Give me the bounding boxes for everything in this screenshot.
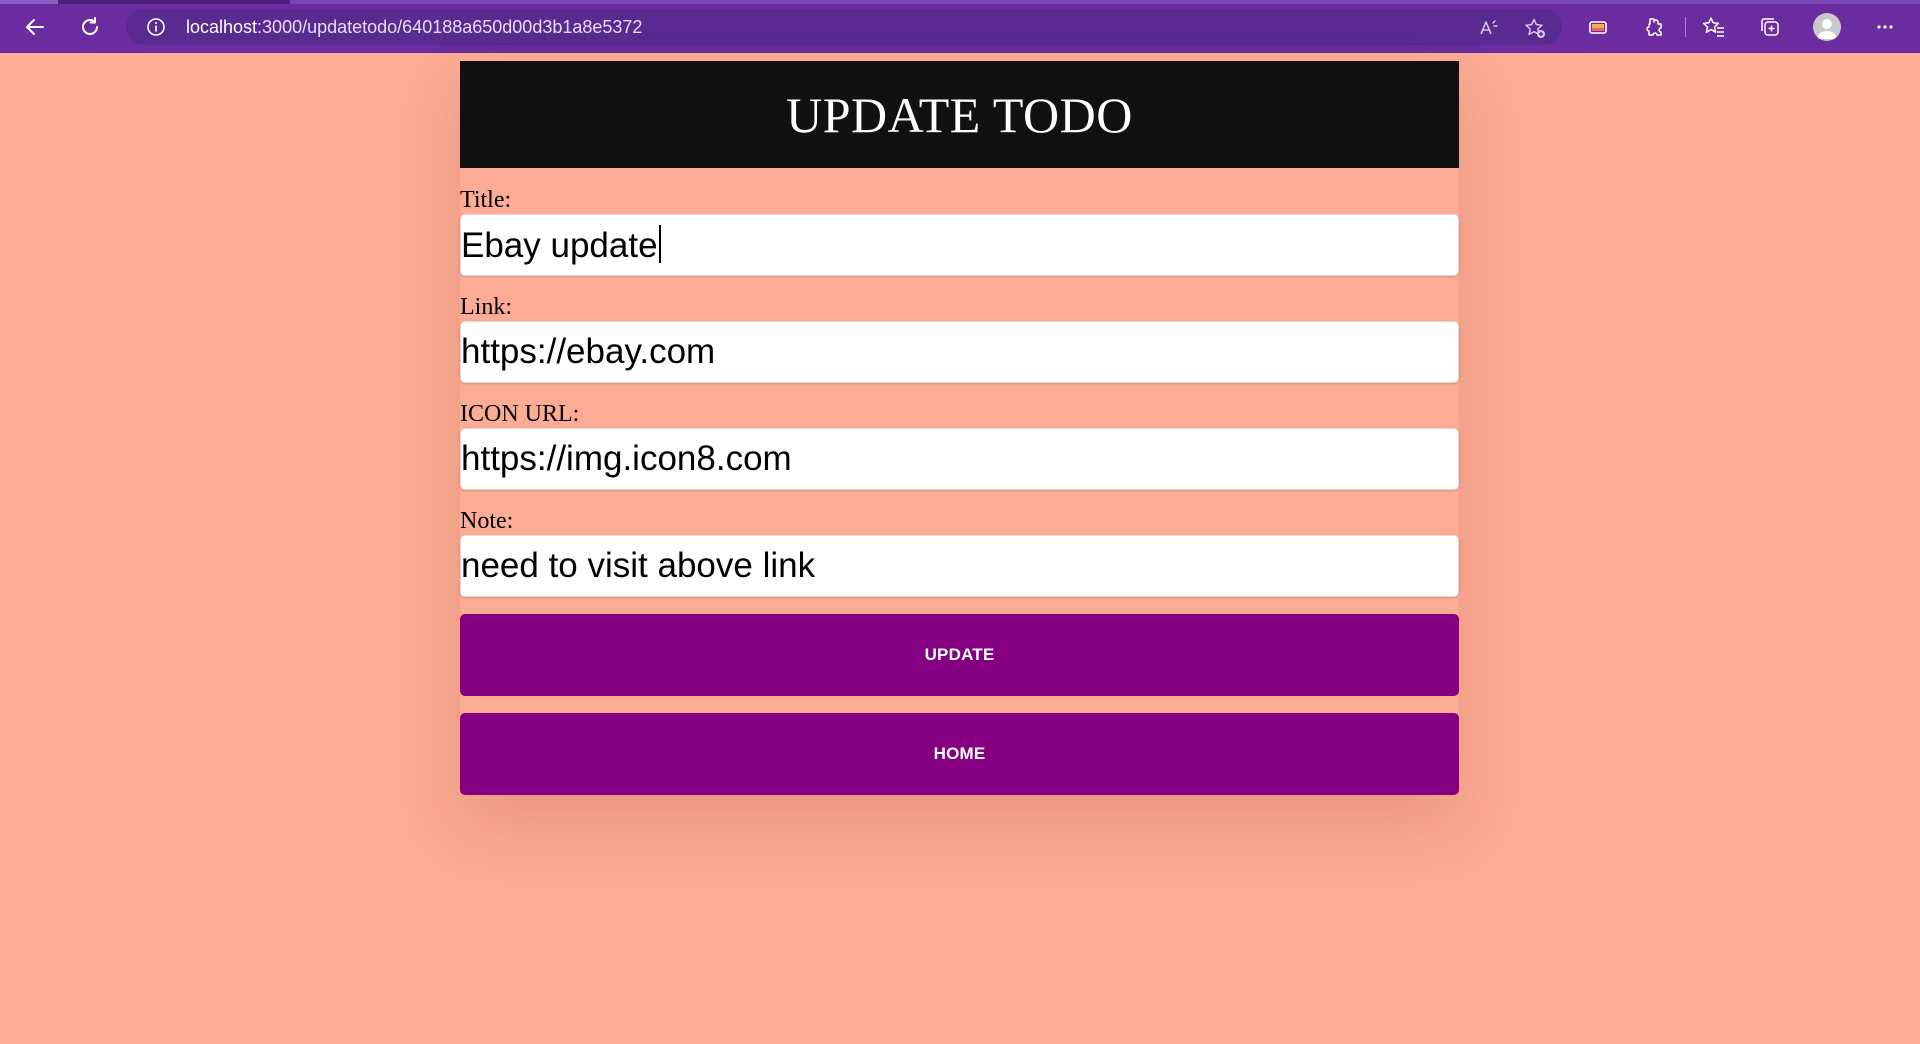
title-input-text: Ebay update: [461, 226, 658, 265]
icon-url-input-value: https://img.icon8.com: [461, 439, 792, 478]
page-header: UPDATE TODO: [460, 61, 1459, 168]
url-host: localhost: [186, 17, 258, 37]
address-bar[interactable]: localhost:3000/updatetodo/640188a650d00d…: [126, 9, 1562, 45]
read-aloud-icon[interactable]: [1478, 17, 1500, 39]
url-path: :3000/updatetodo/640188a650d00d3b1a8e537…: [257, 17, 643, 37]
note-input[interactable]: need to visit above link: [460, 535, 1459, 597]
tab-strip: [0, 0, 1920, 4]
extensions-icon: [1646, 18, 1662, 36]
avatar-silhouette: [1817, 19, 1837, 39]
back-arrow-icon: [26, 19, 44, 35]
info-icon[interactable]: [146, 17, 166, 37]
note-input-value: need to visit above link: [461, 546, 816, 585]
tab-indicator[interactable]: [0, 0, 58, 4]
more-options-button[interactable]: [1872, 14, 1898, 40]
link-input-value: https://ebay.com: [461, 332, 716, 371]
favorites-icon: [1702, 17, 1724, 37]
text-caret: [658, 225, 661, 263]
extensions-button[interactable]: [1640, 14, 1666, 40]
more-options-icon: [1877, 25, 1893, 29]
update-button-label: UPDATE: [924, 645, 995, 664]
add-favorite-icon[interactable]: [1524, 17, 1546, 39]
note-label: Note:: [460, 508, 514, 534]
collections-icon: [1761, 18, 1779, 36]
refresh-icon: [82, 17, 98, 35]
address-url[interactable]: localhost:3000/updatetodo/640188a650d00d…: [186, 17, 642, 37]
link-input[interactable]: https://ebay.com: [460, 321, 1459, 383]
browser-toolbar: localhost:3000/updatetodo/640188a650d00d…: [0, 0, 1920, 53]
split-screen-icon: [1589, 21, 1607, 34]
home-button-label: HOME: [933, 744, 986, 763]
page-title: UPDATE TODO: [786, 86, 1133, 143]
refresh-button[interactable]: [73, 10, 107, 44]
title-input[interactable]: Ebay update: [460, 214, 1459, 276]
collections-button[interactable]: [1757, 14, 1783, 40]
icon-url-input[interactable]: https://img.icon8.com: [460, 428, 1459, 490]
update-button[interactable]: UPDATE: [460, 614, 1459, 696]
link-label: Link:: [460, 294, 512, 320]
home-button[interactable]: HOME: [460, 713, 1459, 795]
favorites-button[interactable]: [1701, 14, 1727, 40]
split-screen-button[interactable]: [1585, 14, 1611, 40]
tab-strip-background: [290, 0, 1920, 4]
title-input-value: Ebay update: [461, 225, 661, 266]
title-label: Title:: [460, 187, 512, 213]
toolbar-divider: [1685, 17, 1686, 37]
back-button[interactable]: [18, 10, 52, 44]
profile-avatar-icon[interactable]: [1813, 13, 1841, 41]
icon-url-label: ICON URL:: [460, 401, 580, 427]
